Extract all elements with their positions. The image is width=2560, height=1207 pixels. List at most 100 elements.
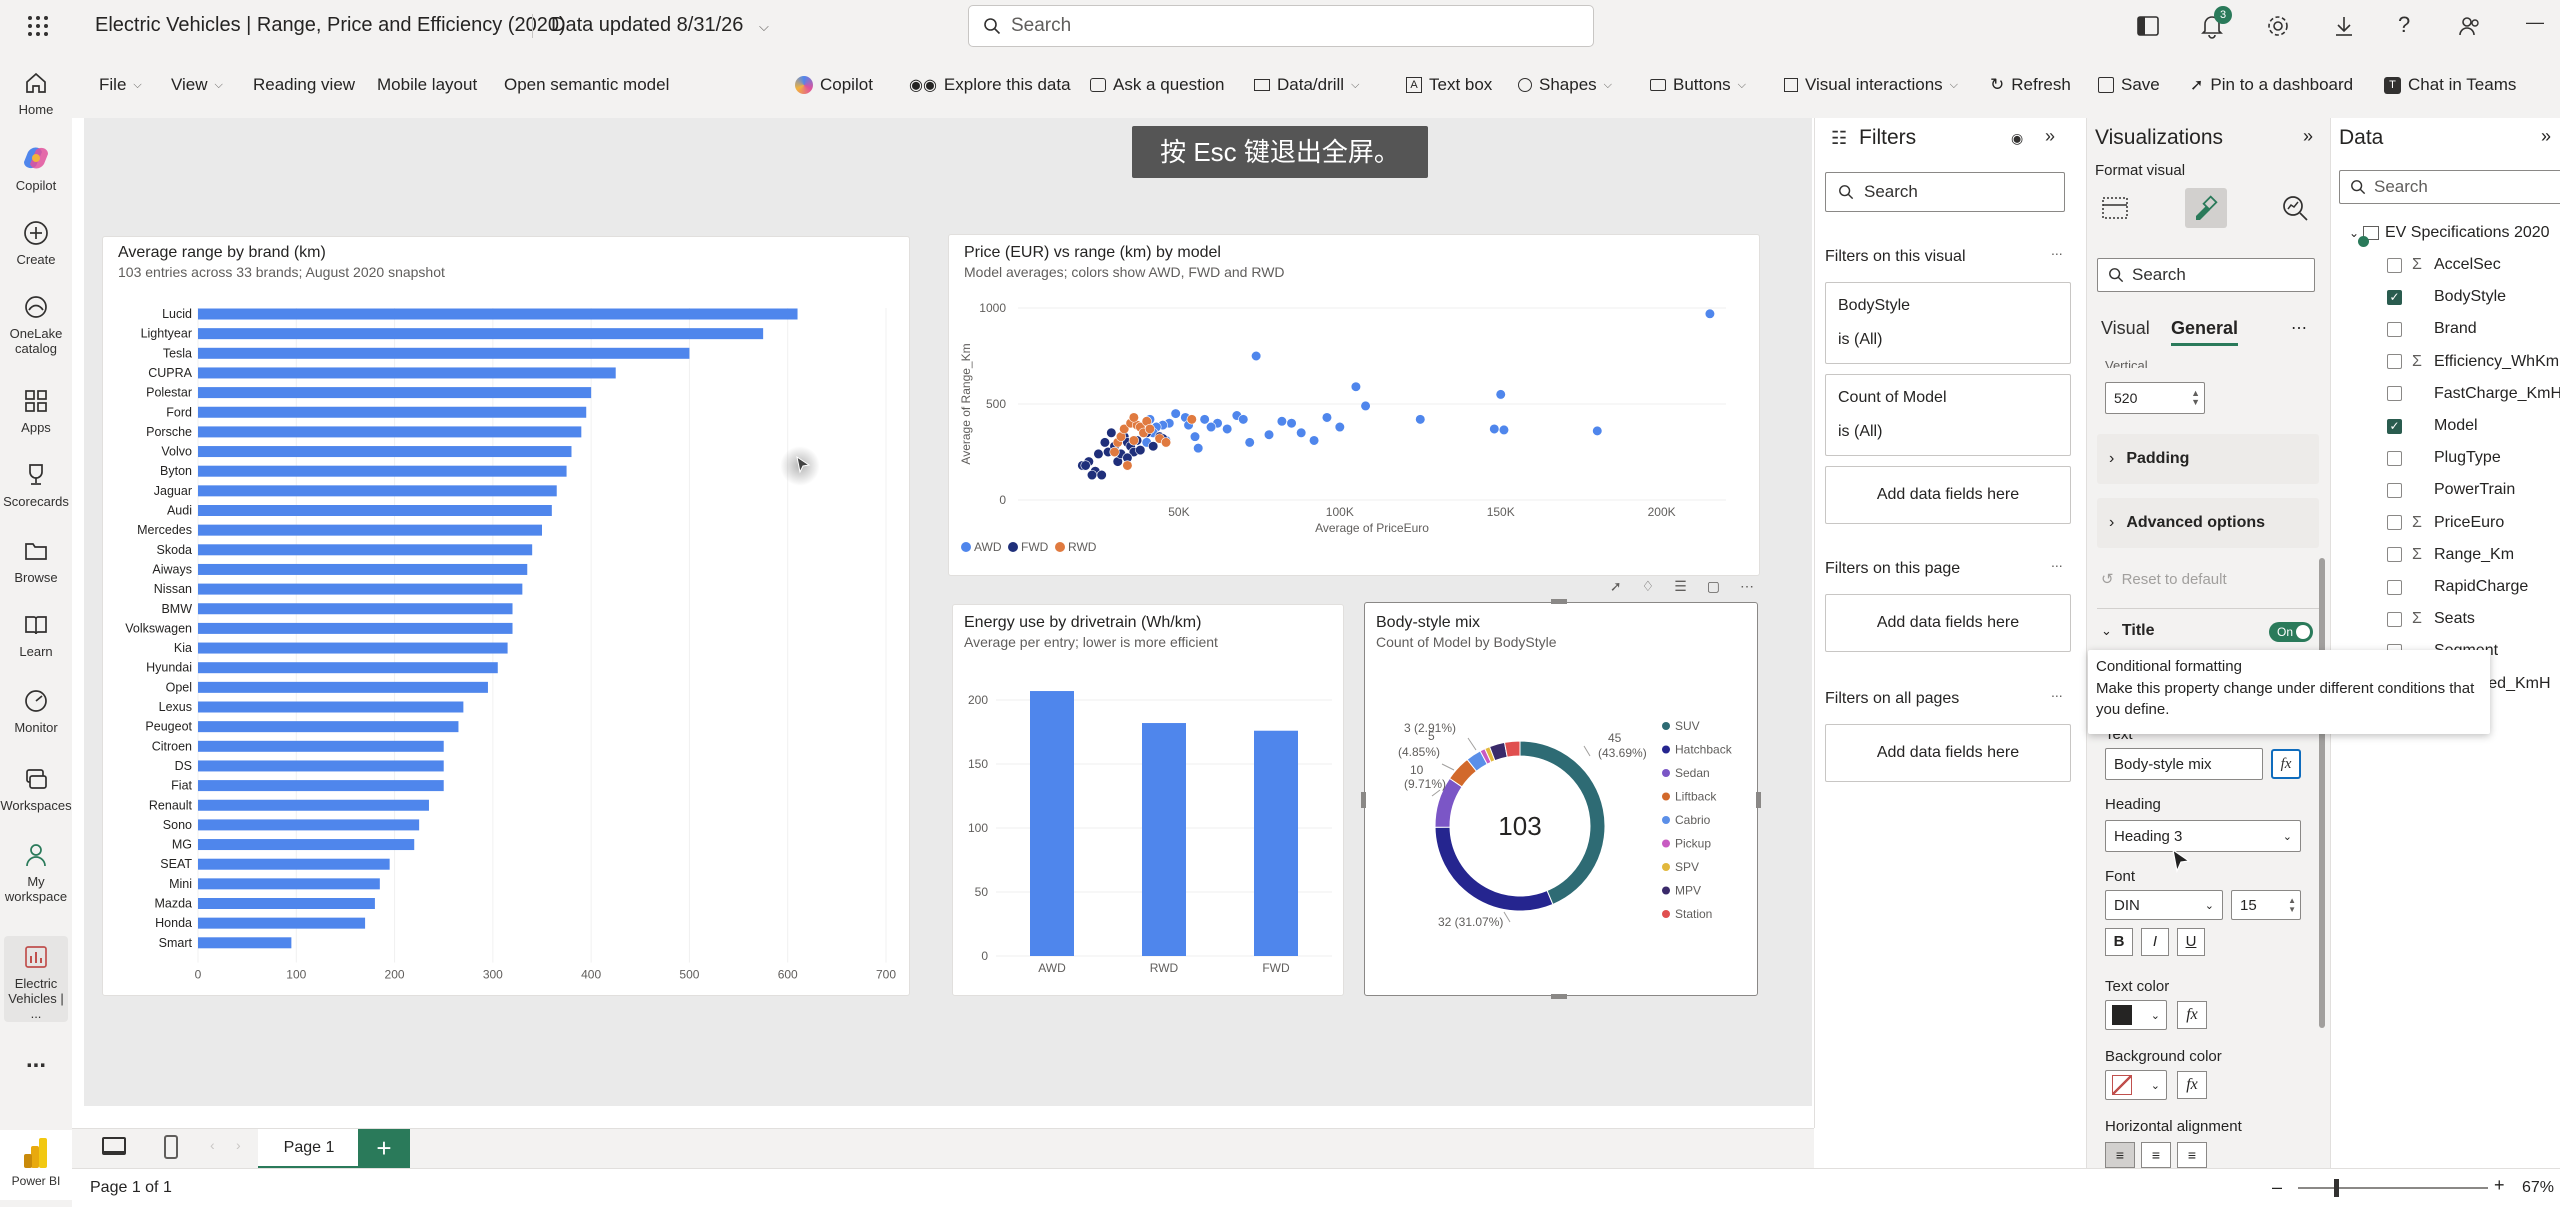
open-semantic-model-button[interactable]: Open semantic model: [504, 68, 669, 102]
field-row[interactable]: Σ Seats: [2331, 604, 2475, 634]
text-color-picker[interactable]: ⌄: [2105, 1000, 2167, 1030]
more-options-icon[interactable]: ...: [2051, 684, 2063, 700]
page-tab[interactable]: Page 1: [258, 1129, 360, 1169]
field-row[interactable]: Σ Range_Km: [2331, 540, 2514, 570]
field-checkbox[interactable]: [2387, 354, 2402, 370]
nav-learn[interactable]: Learn: [0, 612, 72, 659]
field-row[interactable]: Σ Efficiency_WhKm: [2331, 347, 2559, 377]
field-row[interactable]: Σ AccelSec: [2331, 250, 2501, 280]
nav-copilot[interactable]: Copilot: [0, 144, 72, 193]
italic-button[interactable]: I: [2141, 928, 2169, 956]
field-row[interactable]: ✓ BodyStyle: [2331, 282, 2506, 312]
tab-visual[interactable]: Visual: [2101, 318, 2150, 339]
field-row[interactable]: PlugType: [2331, 443, 2501, 473]
eye-visibility-icon[interactable]: ◉: [2011, 130, 2023, 147]
filter-icon[interactable]: ☰: [1674, 578, 1687, 595]
field-row[interactable]: FastCharge_KmH: [2331, 379, 2560, 409]
chat-teams-button[interactable]: T Chat in Teams: [2384, 68, 2516, 102]
desktop-view-icon[interactable]: [102, 1137, 126, 1155]
share-people-icon[interactable]: [2458, 14, 2482, 38]
field-row[interactable]: Σ PriceEuro: [2331, 508, 2504, 538]
more-options-icon[interactable]: ...: [2051, 242, 2063, 258]
add-fields-all-pages-dropzone[interactable]: Add data fields here: [1825, 724, 2071, 782]
filters-search-input[interactable]: Search: [1825, 172, 2065, 212]
zoom-slider-thumb[interactable]: [2334, 1179, 2339, 1197]
filter-card-count-of-model[interactable]: Count of Model is (All): [1825, 374, 2071, 456]
title-section-header[interactable]: ⌄ Title: [2101, 622, 2155, 640]
alert-bell-icon[interactable]: ♢: [1642, 578, 1655, 595]
help-icon[interactable]: ?: [2398, 12, 2410, 38]
build-visual-icon[interactable]: [2097, 190, 2133, 226]
more-icon[interactable]: ...: [0, 1048, 72, 1072]
align-right-button[interactable]: ≡: [2177, 1142, 2207, 1168]
analytics-magnifier-icon[interactable]: [2277, 190, 2313, 226]
reset-default-button[interactable]: ↺ Reset to default: [2101, 570, 2227, 588]
add-fields-visual-dropzone[interactable]: Add data fields here: [1825, 466, 2071, 524]
copilot-button[interactable]: Copilot: [795, 68, 873, 102]
heading-dropdown[interactable]: Heading 3 ⌄: [2105, 820, 2301, 852]
zoom-slider[interactable]: [2298, 1187, 2488, 1189]
nav-monitor[interactable]: Monitor: [0, 688, 72, 735]
underline-button[interactable]: U: [2177, 928, 2205, 956]
more-options-icon[interactable]: ⋯: [2291, 318, 2307, 338]
title-text-input[interactable]: Body-style mix: [2105, 748, 2263, 780]
bold-button[interactable]: B: [2105, 928, 2133, 956]
field-row[interactable]: RapidCharge: [2331, 572, 2528, 602]
filter-card-bodystyle[interactable]: BodyStyle is (All): [1825, 282, 2071, 364]
field-checkbox[interactable]: [2387, 257, 2402, 273]
background-color-picker[interactable]: ⌄: [2105, 1070, 2167, 1100]
collapse-filters-icon[interactable]: »: [2045, 126, 2055, 147]
data-drill-button[interactable]: Data/drill ⌵: [1254, 68, 1359, 102]
field-checkbox[interactable]: [2387, 321, 2402, 337]
field-checkbox[interactable]: ✓: [2387, 418, 2402, 434]
mobile-layout-button[interactable]: Mobile layout: [377, 68, 477, 102]
vertical-position-input[interactable]: 520 ▲ ▼: [2105, 382, 2205, 414]
font-size-input[interactable]: 15 ▲ ▼: [2231, 890, 2301, 920]
text-color-fx-button[interactable]: fx: [2177, 1001, 2207, 1029]
focus-mode-icon[interactable]: ▢: [1707, 578, 1720, 595]
field-checkbox[interactable]: [2387, 611, 2402, 627]
field-row[interactable]: PowerTrain: [2331, 475, 2515, 505]
pin-dashboard-button[interactable]: ➚ Pin to a dashboard: [2190, 68, 2353, 102]
nav-workspaces[interactable]: Workspaces: [0, 766, 72, 813]
field-checkbox[interactable]: [2387, 515, 2402, 531]
align-left-button[interactable]: ≡: [2105, 1142, 2135, 1168]
data-search-input[interactable]: Search: [2339, 170, 2560, 204]
field-checkbox[interactable]: [2387, 579, 2402, 595]
add-page-button[interactable]: +: [358, 1129, 410, 1169]
more-options-icon[interactable]: ⋯: [1740, 578, 1754, 595]
title-toggle[interactable]: On: [2269, 622, 2313, 642]
field-row[interactable]: Brand: [2331, 314, 2477, 344]
pane-toggle-icon[interactable]: [2136, 14, 2160, 38]
zoom-out-button[interactable]: –: [2272, 1177, 2282, 1198]
font-family-dropdown[interactable]: DIN ⌄: [2105, 890, 2223, 920]
add-fields-page-dropzone[interactable]: Add data fields here: [1825, 594, 2071, 652]
reading-view-button[interactable]: Reading view: [253, 68, 355, 102]
more-options-icon[interactable]: ...: [2051, 554, 2063, 570]
app-launcher-icon[interactable]: [26, 14, 50, 38]
visual-interactions-button[interactable]: Visual interactions ⌵: [1784, 68, 1958, 102]
text-box-button[interactable]: A Text box: [1406, 68, 1492, 102]
mobile-view-icon[interactable]: [164, 1135, 178, 1159]
field-checkbox[interactable]: [2387, 482, 2402, 498]
settings-gear-icon[interactable]: [2266, 14, 2290, 38]
explore-data-button[interactable]: ◉◉ Explore this data: [909, 68, 1071, 102]
view-menu[interactable]: View ⌵: [171, 68, 223, 102]
background-color-fx-button[interactable]: fx: [2177, 1071, 2207, 1099]
nav-home[interactable]: Home: [0, 70, 72, 117]
nav-apps[interactable]: Apps: [0, 388, 72, 435]
nav-my-workspace[interactable]: My workspace: [0, 842, 72, 904]
nav-browse[interactable]: Browse: [0, 538, 72, 585]
nav-scorecards[interactable]: Scorecards: [0, 462, 72, 509]
shapes-button[interactable]: Shapes ⌵: [1518, 68, 1612, 102]
tab-general[interactable]: General: [2171, 318, 2239, 346]
viz-search-input[interactable]: Search: [2097, 258, 2315, 292]
data-updated-dropdown[interactable]: Data updated 8/31/26 ⌵: [551, 14, 769, 37]
collapse-viz-icon[interactable]: »: [2303, 126, 2313, 147]
align-center-button[interactable]: ≡: [2141, 1142, 2171, 1168]
resize-handle-bottom[interactable]: [1551, 994, 1567, 999]
save-button[interactable]: Save: [2098, 68, 2160, 102]
field-checkbox[interactable]: [2387, 450, 2402, 466]
fx-conditional-button[interactable]: fx: [2271, 749, 2301, 779]
ask-question-button[interactable]: Ask a question: [1090, 68, 1225, 102]
